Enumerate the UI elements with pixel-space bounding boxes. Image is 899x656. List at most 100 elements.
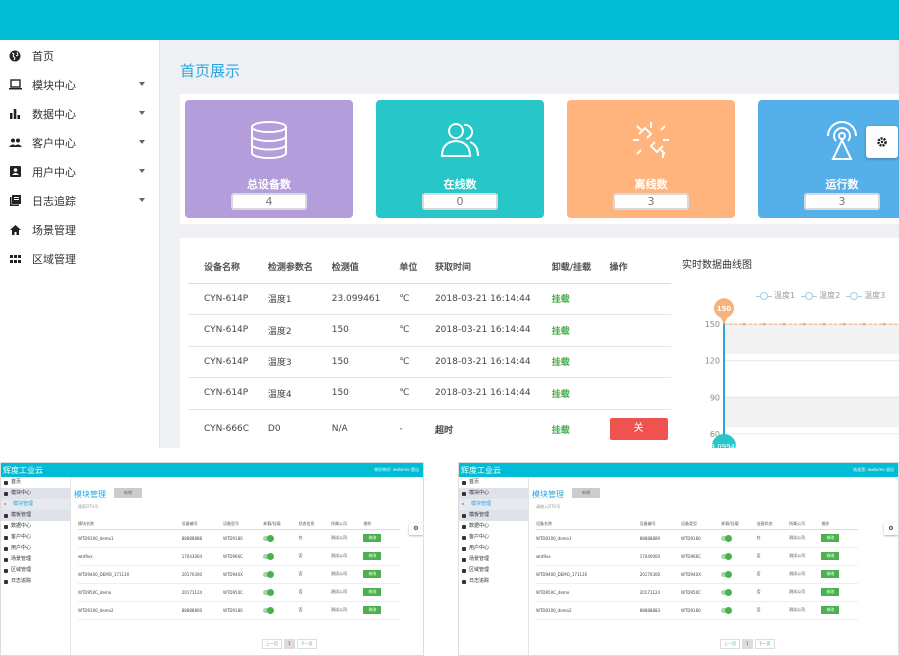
- column-header: 卸载/挂载: [535, 250, 594, 284]
- search-input[interactable]: 请输入DTU号: [536, 504, 560, 510]
- stat-card-total-devices[interactable]: 总设备数 4: [185, 100, 353, 218]
- sidebar-item[interactable]: 场景管理: [459, 554, 528, 565]
- page-number[interactable]: 1: [284, 639, 295, 649]
- realtime-chart[interactable]: 150120906015023.099461: [680, 286, 899, 448]
- stat-card-online[interactable]: 在线数 0: [376, 100, 544, 218]
- prev-page-button[interactable]: 上一页: [262, 639, 282, 649]
- sidebar-item-scene-management[interactable]: 场景管理: [0, 215, 159, 244]
- table-cell: 修改: [821, 601, 858, 620]
- table-cell: 20171124: [181, 583, 223, 602]
- sidebar-item[interactable]: 模块管理: [1, 499, 70, 510]
- table-cell: 测试公司: [331, 529, 364, 548]
- value-cell: 23.099461: [315, 283, 384, 315]
- next-page-button[interactable]: 下一页: [754, 639, 775, 649]
- next-page-button[interactable]: 下一页: [296, 639, 317, 649]
- sidebar-item[interactable]: 数据中心: [1, 521, 70, 532]
- table-cell: [263, 565, 299, 584]
- sidebar-item[interactable]: 日志追踪: [459, 576, 528, 587]
- edit-button[interactable]: 修改: [363, 570, 382, 578]
- table-cell: 修改: [821, 583, 858, 602]
- table-cell: [721, 547, 757, 566]
- mount-toggle[interactable]: [263, 570, 275, 578]
- edit-button[interactable]: 修改: [821, 552, 840, 560]
- device-name-cell: CYN-666C: [188, 409, 252, 448]
- sidebar-item[interactable]: 区域管理: [459, 565, 528, 576]
- sidebar-item[interactable]: 模块管理: [459, 499, 528, 510]
- mount-toggle[interactable]: [263, 534, 275, 542]
- stat-label: 在线数: [443, 178, 477, 191]
- sidebar-item[interactable]: 客户中心: [459, 532, 528, 543]
- grid-icon: [8, 252, 22, 266]
- sidebar-item[interactable]: 日志追踪: [1, 576, 70, 587]
- sidebar-item[interactable]: 模块中心: [459, 488, 528, 499]
- mount-toggle[interactable]: [263, 552, 275, 560]
- sidebar-item[interactable]: 模块中心: [1, 488, 70, 499]
- users-icon: [440, 123, 479, 157]
- mount-toggle[interactable]: [263, 606, 275, 614]
- table-cell: 17040004: [639, 547, 681, 566]
- prev-page-button[interactable]: 上一页: [720, 639, 740, 649]
- settings-button[interactable]: ⚙: [409, 523, 423, 535]
- sidebar-item[interactable]: 模板管理: [459, 510, 528, 521]
- value-marker-pointer: [720, 316, 728, 325]
- column-header: 设备名称: [188, 250, 252, 284]
- edit-button[interactable]: 修改: [363, 588, 382, 596]
- param-name-cell: 温度1: [251, 283, 316, 315]
- sidebar-item-data-center[interactable]: 数据中心: [0, 99, 159, 128]
- sidebar-item-home[interactable]: 首页: [0, 41, 159, 70]
- sidebar-item-region-management[interactable]: 区域管理: [0, 244, 159, 273]
- sidebar-item[interactable]: 用户中心: [1, 543, 70, 554]
- stat-card-running[interactable]: 运行数 3: [758, 100, 899, 218]
- sidebar-item[interactable]: 区域管理: [1, 565, 70, 576]
- column-header: 所属公司: [331, 519, 364, 530]
- table-cell: 测试公司: [789, 601, 822, 620]
- mount-toggle[interactable]: [721, 534, 733, 542]
- sidebar-item[interactable]: 首页: [459, 477, 528, 488]
- edit-button[interactable]: 修改: [363, 552, 382, 560]
- edit-button[interactable]: 修改: [821, 588, 840, 596]
- stats-panel: 总设备数 4 在线数 0 离线数 3 运行数 3: [180, 94, 899, 224]
- table-cell: 17043004: [181, 547, 223, 566]
- stat-label: 总设备数: [247, 178, 291, 191]
- mount-toggle[interactable]: [263, 588, 275, 596]
- page-number[interactable]: 1: [742, 639, 753, 649]
- user-info[interactable]: 你好你好: wxbxmo 登出: [374, 467, 419, 473]
- sidebar-item-user-center[interactable]: 用户中心: [0, 157, 159, 186]
- mount-toggle[interactable]: [721, 552, 733, 560]
- sidebar-item[interactable]: 用户中心: [459, 543, 528, 554]
- tab-add[interactable]: 新增: [572, 488, 600, 498]
- edit-button[interactable]: 修改: [821, 534, 840, 542]
- edit-button[interactable]: 修改: [363, 534, 382, 542]
- column-header: 所属公司: [789, 519, 822, 530]
- sidebar-item[interactable]: 场景管理: [1, 554, 70, 565]
- edit-button[interactable]: 修改: [821, 606, 840, 614]
- sidebar-item-module-center[interactable]: 模块中心: [0, 70, 159, 99]
- user-info[interactable]: 欢迎您: wxbxmo 退出: [853, 467, 894, 473]
- grid-band: [724, 324, 899, 355]
- search-input[interactable]: 搜索DTU号: [78, 504, 98, 510]
- table-cell: WTD9100_demo2: [78, 601, 182, 620]
- table-row: WTD9400_DEMO_171130 20170300 WTD940X 否测试公司修…: [78, 565, 400, 584]
- sidebar-item-customer-center[interactable]: 客户中心: [0, 128, 159, 157]
- tab-add[interactable]: 新增: [114, 488, 142, 498]
- sidebar-item[interactable]: 数据中心: [459, 521, 528, 532]
- settings-button[interactable]: ⚙: [884, 523, 898, 535]
- chevron-down-icon: [139, 169, 145, 173]
- table-cell: 测试公司: [789, 529, 822, 548]
- edit-button[interactable]: 修改: [821, 570, 840, 578]
- sidebar-item[interactable]: 客户中心: [1, 532, 70, 543]
- sidebar-item[interactable]: 首页: [1, 477, 70, 488]
- mount-toggle[interactable]: [721, 588, 733, 596]
- mount-toggle[interactable]: [721, 570, 733, 578]
- close-button[interactable]: 关: [609, 418, 668, 440]
- sidebar-item-log-trace[interactable]: 日志追踪: [0, 186, 159, 215]
- edit-button[interactable]: 修改: [363, 606, 382, 614]
- settings-button[interactable]: [866, 126, 898, 158]
- sidebar-item[interactable]: 模板管理: [1, 510, 70, 521]
- table-cell: 88888889: [639, 529, 681, 548]
- column-header: 状态信息: [298, 519, 331, 530]
- page-title: 模块管理: [532, 490, 564, 499]
- mount-toggle[interactable]: [721, 606, 733, 614]
- action-cell: [593, 314, 671, 347]
- stat-card-offline[interactable]: 离线数 3: [567, 100, 735, 218]
